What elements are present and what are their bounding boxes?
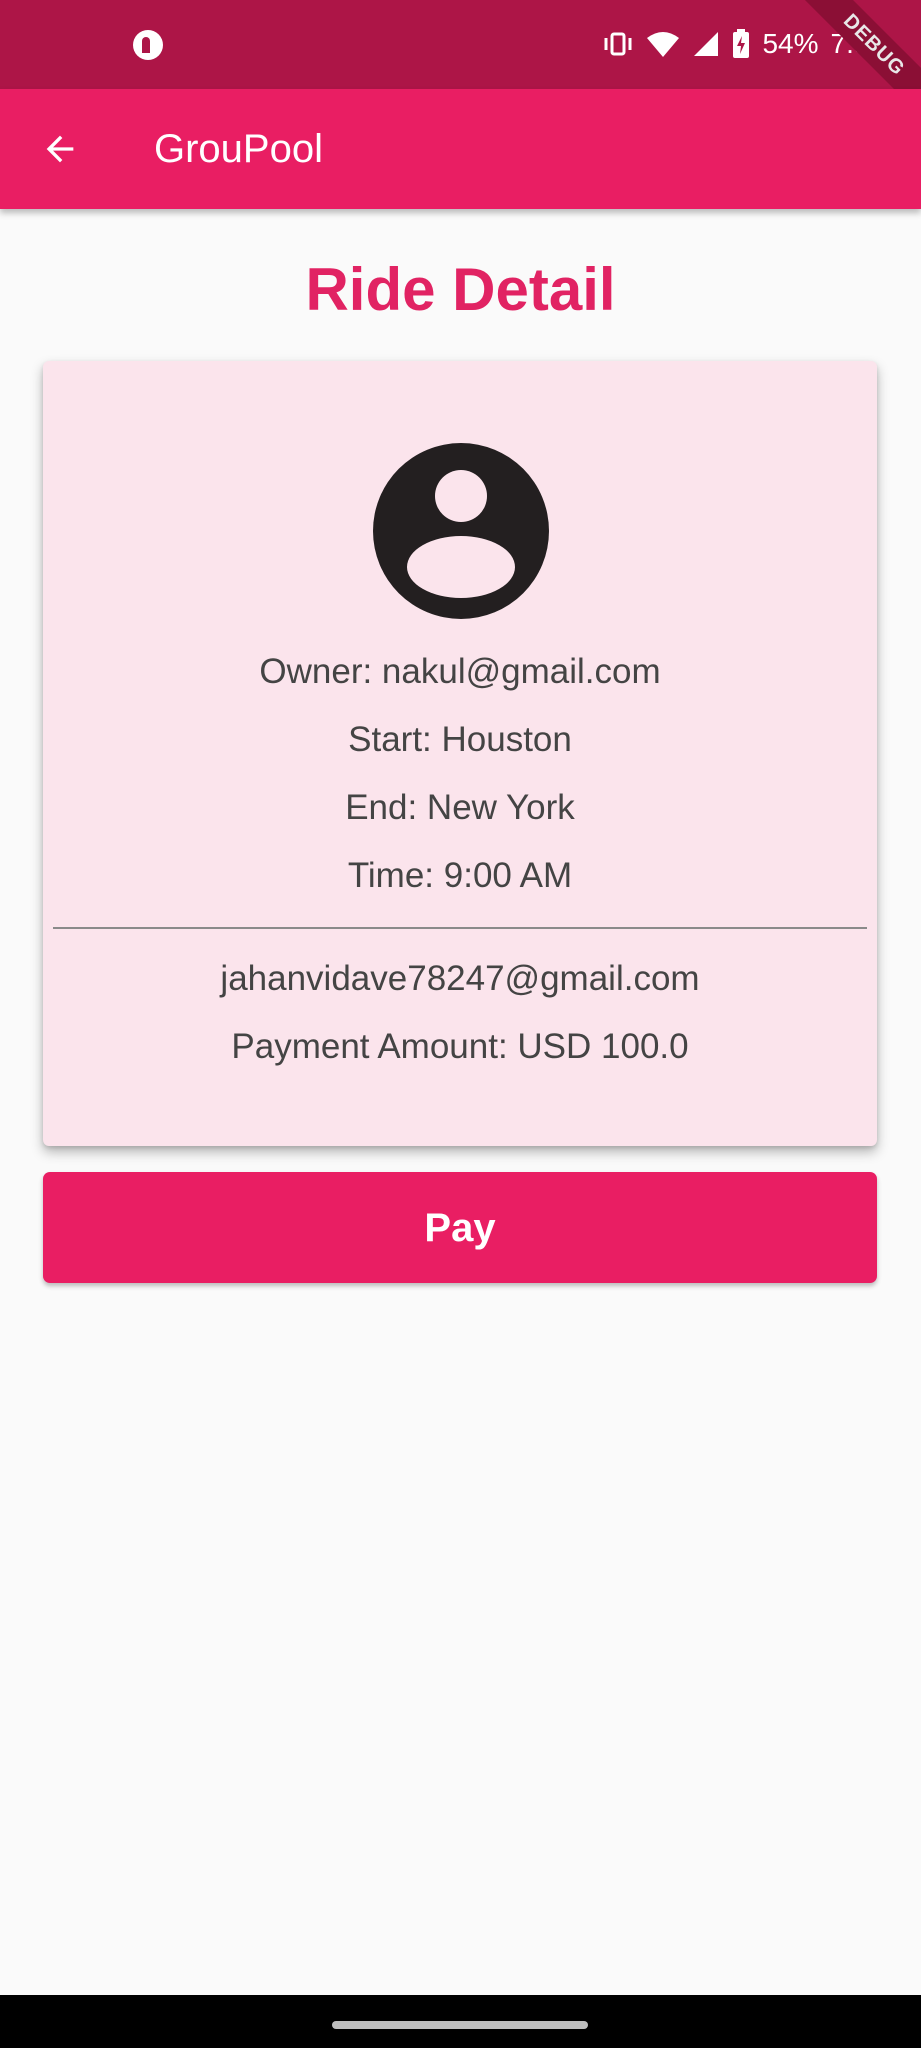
account-circle-icon: [373, 443, 549, 619]
wifi-icon: [647, 32, 680, 57]
app-title: GrouPool: [154, 127, 323, 171]
signal-icon: [694, 32, 719, 56]
vibrate-icon: [604, 32, 632, 56]
time-text: Time: 9:00 AM: [347, 856, 573, 895]
payment-amount-text: Payment Amount: USD 100.0: [231, 1027, 689, 1066]
app-bar: GrouPool: [0, 89, 921, 209]
battery-percentage: 54%: [762, 28, 819, 59]
back-button[interactable]: [28, 117, 92, 181]
divider: [53, 927, 867, 929]
start-text: Start: Houston: [348, 720, 572, 759]
app-notification-icon: [133, 30, 163, 60]
status-bar: 54% 7:38 DEBUG: [0, 0, 921, 125]
battery-icon: [733, 29, 750, 58]
arrow-back-icon: [46, 135, 74, 163]
ride-detail-card: Owner: nakul@gmail.com Start: Houston En…: [43, 361, 877, 1146]
owner-text: Owner: nakul@gmail.com: [259, 652, 661, 691]
page-title: Ride Detail: [305, 256, 616, 323]
end-text: End: New York: [345, 788, 575, 827]
pay-button[interactable]: Pay: [43, 1172, 877, 1283]
rider-email-text: jahanvidave78247@gmail.com: [220, 959, 700, 998]
navigation-bar: [0, 1995, 921, 2048]
home-gesture-handle[interactable]: [332, 2021, 588, 2029]
